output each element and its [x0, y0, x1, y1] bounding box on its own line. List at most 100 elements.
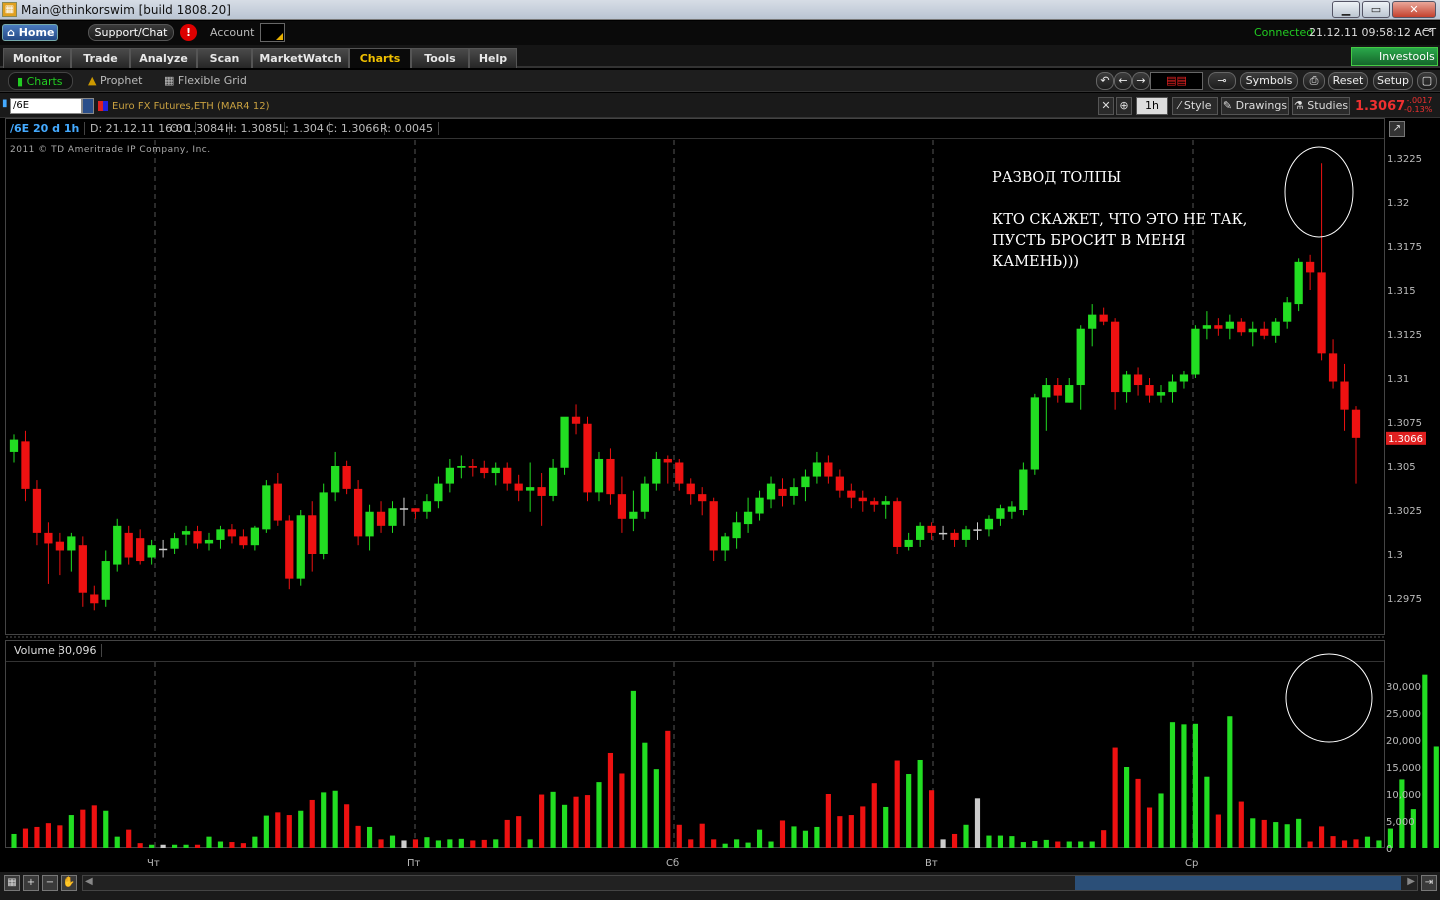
volume-bar	[837, 816, 843, 848]
volume-bar	[894, 760, 900, 848]
candle-body	[113, 525, 122, 565]
volume-bar	[539, 794, 545, 848]
candle-body	[1065, 385, 1074, 403]
price-tick-label: 1.3	[1387, 550, 1403, 561]
volume-bar	[825, 794, 831, 848]
candle-body	[204, 539, 214, 544]
candle-body	[147, 545, 156, 558]
volume-bar	[1307, 841, 1313, 848]
volume-bar	[630, 690, 636, 848]
volume-bar	[1319, 826, 1325, 848]
volume-bar	[1158, 793, 1164, 848]
volume-bar	[1330, 836, 1336, 848]
volume-bar	[424, 837, 430, 848]
volume-bar	[1146, 807, 1153, 848]
volume-tick-label: 5,000	[1386, 817, 1415, 828]
candle-body	[170, 538, 179, 549]
volume-bar	[378, 839, 384, 848]
volume-bar	[103, 810, 109, 848]
candle-body	[1283, 302, 1292, 322]
volume-bar	[114, 836, 120, 848]
volume-bar	[298, 810, 304, 848]
volume-bar	[527, 839, 533, 848]
volume-bar	[1238, 801, 1244, 848]
volume-bar	[412, 839, 419, 848]
pan-hand-icon[interactable]: ✋	[61, 875, 77, 891]
zoom-in-icon[interactable]: +	[23, 875, 39, 891]
candle-body	[640, 483, 649, 512]
candle-body	[1088, 314, 1097, 329]
volume-bar	[1250, 818, 1256, 848]
candle-body	[296, 515, 305, 579]
volume-bar	[493, 839, 499, 848]
volume-bar	[1410, 809, 1416, 848]
candle-body	[227, 529, 237, 537]
candle-body	[1305, 261, 1315, 273]
annotation-circle-price	[1284, 146, 1354, 238]
candle-body	[1340, 381, 1349, 410]
volume-bar	[11, 833, 17, 848]
candle-body	[101, 561, 110, 600]
price-tick-label: 1.3025	[1387, 506, 1422, 517]
volume-bar	[1215, 814, 1221, 848]
candle-body	[365, 511, 374, 537]
price-tick-label: 1.315	[1387, 286, 1416, 297]
volume-bar	[332, 790, 338, 848]
volume-bar	[584, 795, 591, 848]
price-tick-label: 1.32	[1387, 198, 1409, 209]
zoom-out-icon[interactable]: −	[42, 875, 58, 891]
volume-bar	[321, 792, 327, 848]
volume-bar	[917, 759, 923, 848]
volume-tick-label: 10,000	[1386, 790, 1421, 801]
scroll-end-icon[interactable]: ⇥	[1421, 875, 1437, 891]
volume-bar	[1422, 674, 1428, 848]
annotation-text: РАЗВОД ТОЛПЫ КТО СКАЖЕТ, ЧТО ЭТО НЕ ТАК,…	[992, 168, 1252, 273]
volume-bar	[389, 835, 396, 848]
scrollbar-thumb[interactable]	[1075, 876, 1401, 890]
candle-body	[548, 467, 558, 496]
candle-body	[698, 494, 707, 502]
volume-bar	[275, 812, 281, 848]
volume-bar	[734, 839, 740, 848]
candle-body	[801, 476, 810, 488]
last-price-tag-label: 1.3066	[1388, 434, 1423, 445]
candle-body	[1271, 321, 1280, 336]
candle-body	[1351, 409, 1361, 438]
volume-bar	[1376, 840, 1382, 848]
volume-bar	[45, 823, 51, 848]
volume-tick-label: 0	[1386, 844, 1392, 855]
candle-body	[124, 532, 133, 558]
volume-bar	[91, 805, 97, 848]
volume-bar	[573, 796, 579, 848]
candle-body	[766, 483, 776, 500]
candle-body	[55, 541, 65, 551]
volume-bar	[814, 826, 820, 848]
price-tick-label: 1.2975	[1387, 594, 1422, 605]
volume-bar	[986, 835, 992, 848]
volume-bar	[401, 840, 407, 848]
candle-body	[1202, 325, 1212, 329]
candle-body	[1110, 321, 1120, 393]
day-label: Ср	[1185, 858, 1198, 869]
volume-bar	[1055, 841, 1061, 848]
time-scrollbar[interactable]: ◀ ▶	[82, 875, 1418, 891]
candle-body	[870, 501, 879, 505]
volume-bar	[263, 815, 269, 848]
volume-bar	[240, 843, 246, 848]
candle-body	[916, 525, 925, 540]
candle-body	[422, 501, 432, 512]
scroll-right-icon[interactable]: ▶	[1407, 876, 1415, 887]
volume-bar	[1169, 722, 1176, 848]
candle-body	[812, 462, 822, 477]
candle-body	[445, 467, 454, 484]
candle-body	[824, 462, 833, 477]
volume-bar	[355, 825, 361, 848]
volume-bar	[951, 833, 958, 848]
grid-layout-icon[interactable]: ▦	[4, 875, 20, 891]
volume-bar	[1009, 836, 1015, 848]
candle-body	[1042, 385, 1051, 398]
candle-body	[652, 458, 661, 484]
candle-body	[67, 536, 76, 551]
scroll-left-icon[interactable]: ◀	[85, 876, 93, 887]
candle-body	[411, 508, 420, 512]
